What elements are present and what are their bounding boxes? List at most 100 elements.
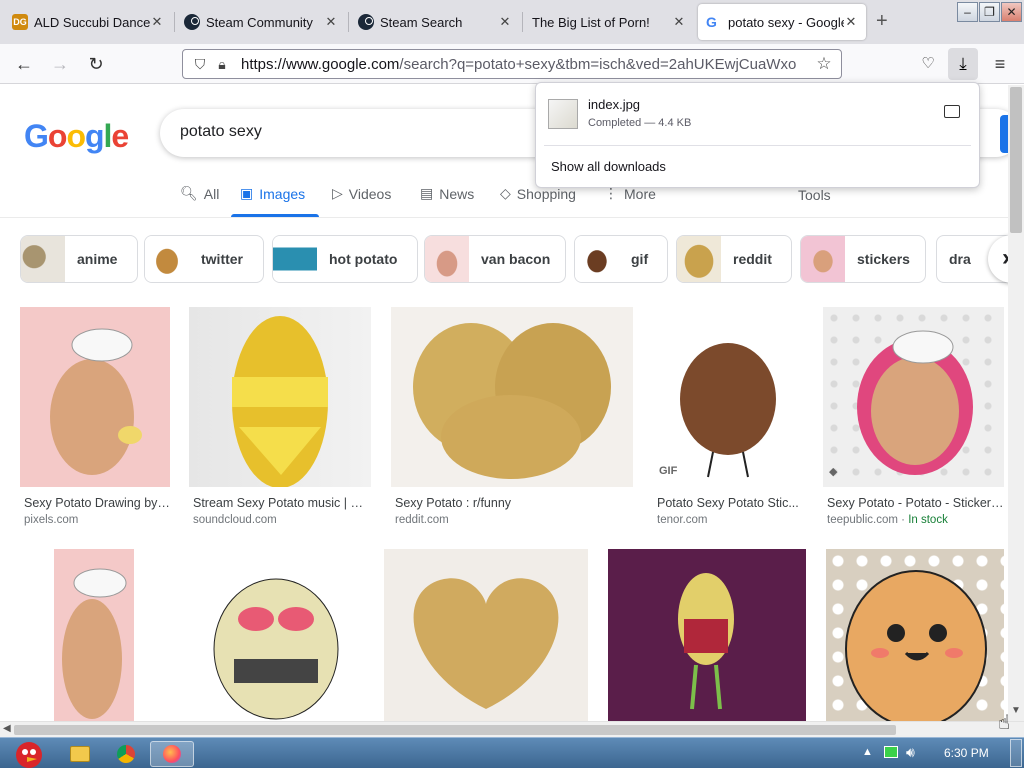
chip-van-bacon[interactable]: van bacon: [424, 235, 566, 283]
bookmark-star-icon[interactable]: ☆: [813, 54, 835, 74]
hand-cursor-icon: ☝: [998, 712, 1011, 734]
steam-icon: [358, 14, 374, 30]
chrome-button[interactable]: [104, 741, 148, 767]
result-title[interactable]: Sexy Potato : r/funny: [395, 496, 631, 510]
result-title[interactable]: Stream Sexy Potato music | Li...: [193, 496, 369, 510]
download-file-name[interactable]: index.jpg: [588, 97, 640, 112]
file-explorer-button[interactable]: [58, 741, 102, 767]
tab-google-active[interactable]: G potato sexy - Google ✕: [698, 4, 866, 40]
firefox-icon: [163, 745, 181, 763]
chip-reddit[interactable]: reddit: [676, 235, 792, 283]
close-tab-icon[interactable]: ✕: [150, 14, 164, 30]
shield-icon[interactable]: ⛉: [189, 56, 211, 73]
lock-icon[interactable]: 🔒︎: [211, 56, 233, 73]
back-arrow-icon[interactable]: ←: [12, 52, 36, 76]
tab-news[interactable]: ▤ News: [420, 185, 474, 202]
firefox-button[interactable]: [150, 741, 194, 767]
close-tab-icon[interactable]: ✕: [844, 14, 858, 30]
chip-thumbnail: [145, 236, 189, 282]
chip-label: hot potato: [329, 251, 398, 267]
chip-gif[interactable]: gif: [574, 235, 668, 283]
tab-steam-search[interactable]: Steam Search ✕: [350, 4, 520, 40]
tab-separator: [348, 12, 349, 32]
show-desktop-button[interactable]: [1010, 739, 1022, 767]
taskbar: ▲ 🔊︎ 6:30 PM: [0, 737, 1024, 768]
screen: DG ALD Succubi Dance ✕ Steam Community ✕…: [0, 0, 1024, 768]
new-tab-button[interactable]: +: [876, 10, 888, 33]
tab-images[interactable]: ▣ Images: [240, 185, 305, 202]
search-query-text[interactable]: potato sexy: [180, 123, 262, 141]
tab-steam-community[interactable]: Steam Community ✕: [176, 4, 346, 40]
ald-favicon-icon: DG: [12, 14, 28, 30]
divider: [544, 145, 971, 146]
chip-anime[interactable]: anime: [20, 235, 138, 283]
steam-icon: [184, 14, 200, 30]
related-search-chips: anime twitter hot potato van bacon gif r…: [20, 235, 1008, 283]
result-source[interactable]: tenor.com: [657, 514, 708, 526]
result-image[interactable]: [184, 549, 365, 721]
chip-thumbnail: [801, 236, 845, 282]
result-title[interactable]: Potato Sexy Potato Stic...: [657, 496, 803, 510]
scroll-left-icon[interactable]: ◀: [3, 723, 11, 734]
reload-icon[interactable]: ↻: [84, 52, 108, 76]
close-window-button[interactable]: ✕: [1001, 2, 1022, 22]
tab-label: Images: [259, 185, 306, 202]
result-image[interactable]: ◆: [823, 307, 1004, 487]
downloads-button[interactable]: ⤓: [948, 48, 978, 80]
result-title[interactable]: Sexy Potato - Potato - Sticker ...: [827, 496, 1004, 510]
show-all-downloads-link[interactable]: Show all downloads: [551, 159, 666, 174]
download-arrow-icon: ⤓: [959, 54, 967, 73]
download-status: Completed — 4.4 KB: [588, 117, 692, 129]
volume-icon[interactable]: 🔊︎: [906, 744, 915, 761]
result-image[interactable]: [826, 549, 1004, 721]
google-icon: G: [706, 14, 717, 30]
tools-button[interactable]: Tools: [798, 187, 831, 203]
tab-all[interactable]: 🔍︎ All: [180, 185, 219, 202]
clock[interactable]: 6:30 PM: [944, 746, 989, 760]
show-hidden-icons-icon[interactable]: ▲: [862, 746, 873, 758]
result-image[interactable]: GIF: [653, 307, 803, 487]
maximize-button[interactable]: ❐: [979, 2, 1000, 22]
forward-arrow-icon[interactable]: →: [48, 52, 72, 76]
hamburger-menu-icon[interactable]: ≡: [988, 52, 1012, 76]
scroll-down-icon[interactable]: ▼: [1011, 705, 1021, 716]
chip-label: anime: [77, 251, 118, 267]
result-source[interactable]: reddit.com: [395, 514, 449, 526]
tab-videos[interactable]: ▷ Videos: [332, 185, 391, 202]
chip-hot-potato[interactable]: hot potato: [272, 235, 418, 283]
tab-strip: DG ALD Succubi Dance ✕ Steam Community ✕…: [0, 0, 1024, 44]
chip-twitter[interactable]: twitter: [144, 235, 264, 283]
scrollbar-thumb[interactable]: [14, 725, 896, 735]
folder-icon[interactable]: [944, 105, 960, 118]
chip-thumbnail: [425, 236, 469, 282]
tab-ald[interactable]: DG ALD Succubi Dance ✕: [4, 4, 172, 40]
result-source[interactable]: soundcloud.com: [193, 514, 277, 526]
result-title[interactable]: Sexy Potato Drawing by ...: [24, 496, 170, 510]
vertical-scrollbar[interactable]: ▼: [1008, 85, 1024, 721]
result-image[interactable]: [20, 307, 170, 487]
tab-big-list[interactable]: The Big List of Porn! ✕: [524, 4, 694, 40]
tab-title: Steam Search: [380, 14, 463, 30]
result-source[interactable]: teepublic.com · In stock: [827, 514, 948, 526]
close-tab-icon[interactable]: ✕: [498, 14, 512, 30]
minimize-button[interactable]: –: [957, 2, 978, 22]
result-image[interactable]: [608, 549, 806, 721]
search-button[interactable]: [1000, 115, 1008, 153]
result-source[interactable]: pixels.com: [24, 514, 78, 526]
chip-stickers[interactable]: stickers: [800, 235, 926, 283]
url-text[interactable]: https://www.google.com/search?q=potato+s…: [241, 56, 813, 73]
close-tab-icon[interactable]: ✕: [672, 14, 686, 30]
pocket-icon[interactable]: ♡: [916, 52, 940, 76]
result-image[interactable]: [384, 549, 588, 721]
horizontal-scrollbar[interactable]: ◀: [0, 721, 1024, 737]
url-host: https://www.google.com: [241, 55, 400, 73]
scrollbar-thumb[interactable]: [1010, 87, 1022, 233]
battery-icon[interactable]: [884, 746, 898, 758]
result-image[interactable]: [189, 307, 371, 487]
result-image[interactable]: [391, 307, 633, 487]
result-image[interactable]: [20, 549, 166, 721]
start-button[interactable]: [2, 741, 52, 768]
url-bar[interactable]: ⛉ 🔒︎ https://www.google.com/search?q=pot…: [182, 49, 842, 79]
google-logo[interactable]: Google: [24, 118, 129, 155]
close-tab-icon[interactable]: ✕: [324, 14, 338, 30]
